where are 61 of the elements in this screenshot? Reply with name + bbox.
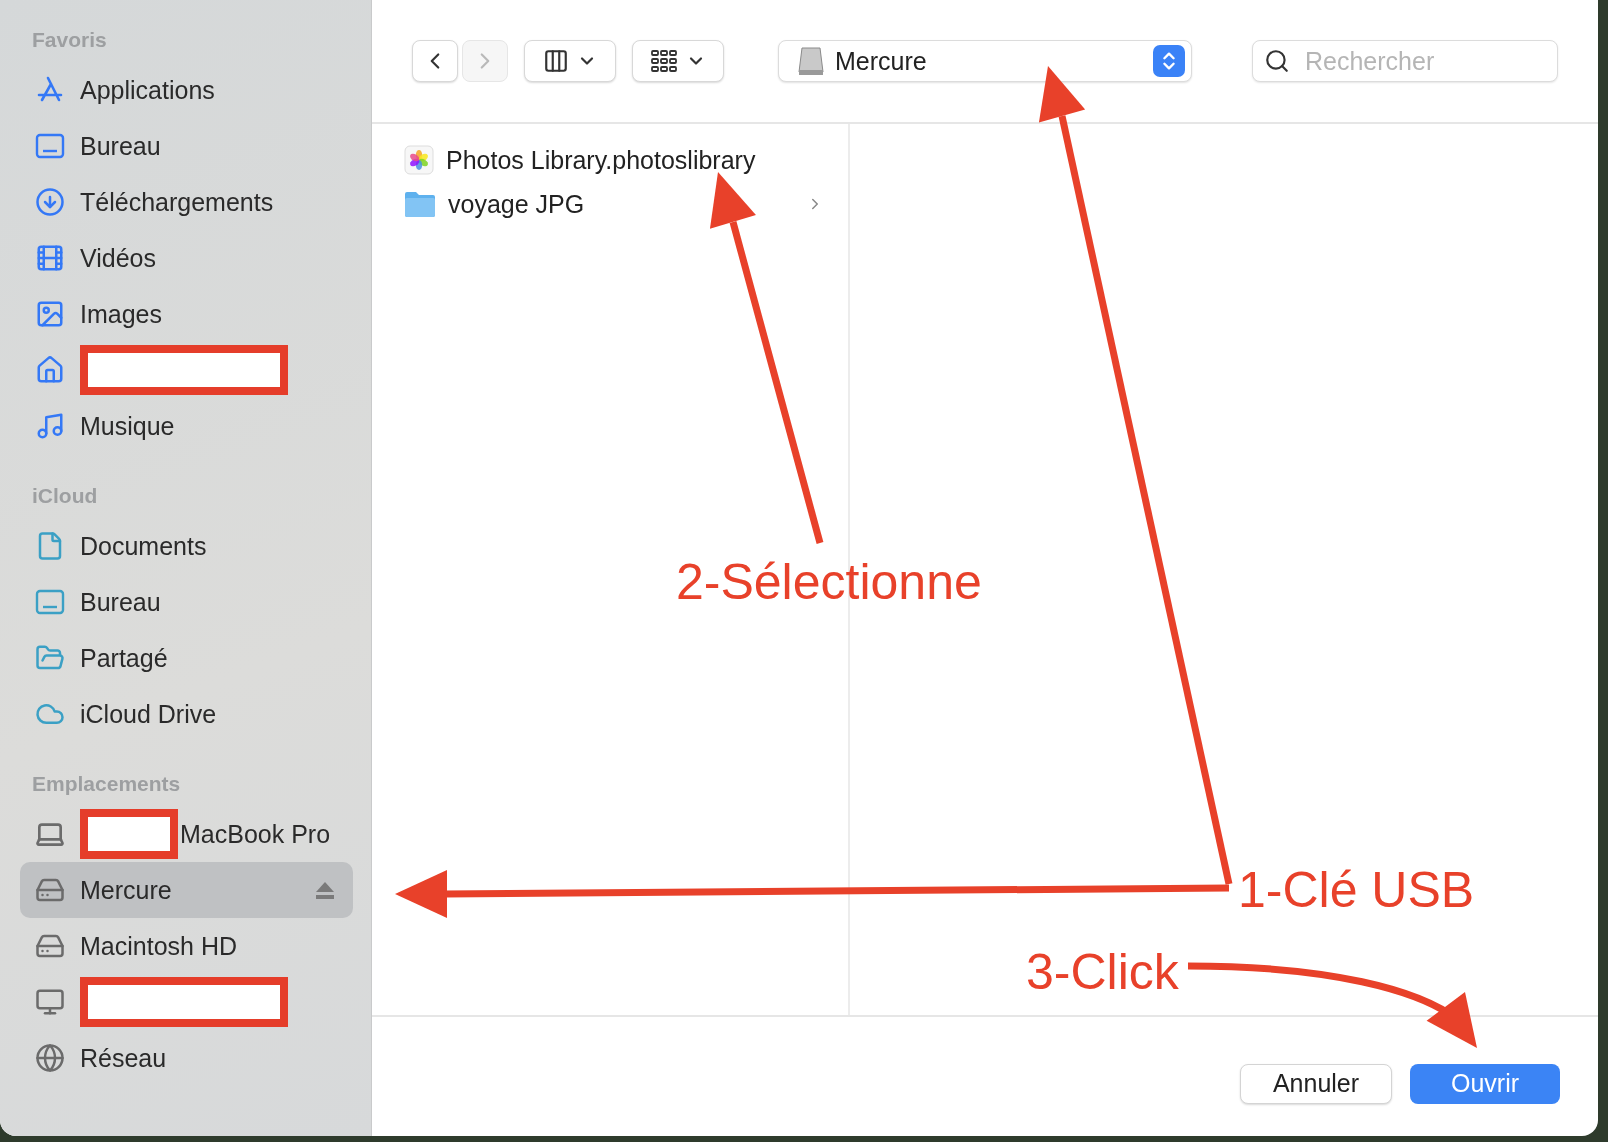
- sidebar-item[interactable]: Réseau: [20, 1030, 353, 1086]
- sidebar-section-title: iCloud: [31, 484, 99, 509]
- sidebar-item-label: Bureau: [80, 587, 161, 617]
- sidebar-item-label: Vidéos: [80, 243, 156, 273]
- sidebar-item-label: MacBook Pro: [180, 819, 331, 849]
- search-field[interactable]: Rechercher: [1252, 40, 1558, 82]
- column-view-button[interactable]: [524, 40, 616, 82]
- icon-grid-icon: [650, 49, 678, 73]
- columns-icon: [543, 48, 569, 74]
- sidebar-item[interactable]: Vidéos: [20, 230, 353, 286]
- desktop-icon: [35, 133, 65, 159]
- cancel-button[interactable]: Annuler: [1240, 1063, 1392, 1104]
- back-button[interactable]: [412, 40, 458, 82]
- sidebar-item-label: Réseau: [80, 1043, 167, 1073]
- sidebar-item[interactable]: Musique: [20, 398, 353, 454]
- open-button[interactable]: Ouvrir: [1410, 1063, 1560, 1104]
- drive-icon: [797, 46, 825, 76]
- photos-icon: [404, 145, 434, 175]
- file-name: Photos Library.photoslibrary: [446, 145, 757, 175]
- sidebar-item[interactable]: Documents: [20, 518, 353, 574]
- sidebar-item-label: Téléchargements: [80, 187, 274, 217]
- sidebar-item-label: iCloud Drive: [80, 699, 217, 729]
- eject-icon[interactable]: [315, 881, 335, 899]
- download-icon: [35, 187, 65, 217]
- folder-icon: [404, 190, 436, 218]
- file-row[interactable]: Photos Library.photoslibrary: [404, 138, 824, 182]
- desktop-icon: [35, 589, 65, 615]
- sidebar-section-title: Emplacements: [31, 772, 182, 797]
- sidebar-item[interactable]: Mercure: [20, 862, 353, 918]
- sidebar-item[interactable]: iCloud Drive: [20, 686, 353, 742]
- film-icon: [35, 243, 65, 273]
- location-popup[interactable]: Mercure: [778, 40, 1192, 82]
- search-icon: [1264, 48, 1290, 74]
- sidebar-item-label: Partagé: [80, 643, 168, 673]
- stepper-icon: [1153, 45, 1185, 77]
- sidebar-item-label: Mercure: [80, 875, 172, 905]
- sidebar-item[interactable]: Images: [20, 286, 353, 342]
- home-icon: [35, 355, 65, 385]
- sidebar-item-label: Applications: [80, 75, 215, 105]
- sidebar-item[interactable]: MacBook Pro: [20, 806, 353, 862]
- annotation-label: 3-Click: [1026, 943, 1179, 1001]
- sidebar-item-label: Images: [80, 299, 162, 329]
- sidebar-item-label: Bureau: [80, 131, 161, 161]
- sidebar-item[interactable]: Applications: [20, 62, 353, 118]
- sidebar-section-title: Favoris: [31, 28, 108, 53]
- sidebar-item-label: Macintosh HD: [80, 931, 237, 961]
- monitor-icon: [35, 987, 65, 1017]
- sidebar-item[interactable]: Partagé: [20, 630, 353, 686]
- file-name: voyage JPG: [448, 189, 586, 219]
- sidebar-item[interactable]: Téléchargements: [20, 174, 353, 230]
- sidebar-item[interactable]: Bureau: [20, 118, 353, 174]
- grouping-button[interactable]: [632, 40, 724, 82]
- annotation-label: 1-Clé USB: [1238, 861, 1475, 919]
- globe-icon: [35, 1043, 65, 1073]
- music-icon: [35, 411, 65, 441]
- sidebar-item[interactable]: Bureau: [20, 574, 353, 630]
- image-icon: [35, 299, 65, 329]
- annotation-label: 2-Sélectionne: [676, 553, 982, 611]
- sidebar-item-label: Musique: [80, 411, 175, 441]
- sidebar-item-label: Documents: [80, 531, 207, 561]
- sidebar-item[interactable]: Macintosh HD: [20, 918, 353, 974]
